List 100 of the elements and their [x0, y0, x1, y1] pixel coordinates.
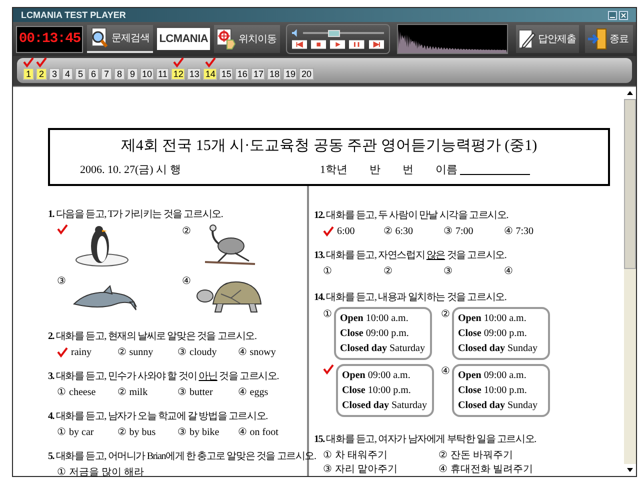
scrollbar[interactable]: [624, 87, 636, 476]
choice-number: ②: [117, 346, 126, 360]
search-button[interactable]: 문제검색: [87, 25, 153, 53]
pause-icon[interactable]: [349, 40, 365, 49]
choice-text: by bike: [190, 426, 220, 440]
choice-number: ③: [444, 224, 452, 238]
question-number-button[interactable]: 2: [36, 68, 47, 80]
choice-text: 6:30: [395, 224, 414, 238]
choice-number: ①: [57, 426, 66, 440]
question-text: 15. 대화를 듣고, 여자가 남자에게 부탁한 일을 고르시오.: [314, 433, 536, 447]
choice-text: 잔돈 바꿔주기: [450, 448, 513, 462]
choice-number: ④: [238, 386, 247, 400]
question-number-button[interactable]: 12: [171, 68, 186, 80]
choice-number: ②: [441, 308, 450, 322]
question-number-button[interactable]: 13: [187, 68, 202, 80]
card-line: Close 10:00 p.m.: [342, 384, 412, 398]
choice-number: ①: [323, 448, 332, 462]
question-text: 2. 대화를 듣고, 현재의 날씨로 알맞은 것을 고르시오.: [48, 330, 256, 344]
choice-number: ④: [441, 365, 450, 379]
choice-number: ②: [438, 448, 448, 462]
volume-slider[interactable]: [302, 30, 384, 36]
choice-text: 휴대전화 빌려주기: [450, 462, 533, 476]
choice-text: snowy: [250, 346, 276, 360]
exam-title: 제4회 전국 15개 시·도교육청 공동 주관 영어듣기능력평가 (중1): [120, 136, 538, 156]
question-number-button[interactable]: 10: [140, 68, 154, 80]
question-number-button[interactable]: 11: [156, 68, 170, 80]
choice-text: rainy: [71, 346, 92, 360]
question-number-button[interactable]: 8: [114, 68, 125, 80]
question-number-button[interactable]: 19: [283, 68, 298, 80]
question-number-button[interactable]: 9: [127, 68, 138, 80]
choice-number: ②: [117, 426, 126, 440]
question-number-button[interactable]: 17: [251, 68, 266, 80]
question-number-button[interactable]: 7: [101, 68, 112, 80]
scroll-down-icon[interactable]: [624, 464, 636, 476]
class-field-label: 번: [402, 162, 414, 178]
stop-icon[interactable]: [311, 40, 326, 49]
exit-button[interactable]: 종료: [585, 25, 633, 53]
scroll-up-icon[interactable]: [624, 87, 636, 99]
card-line: Open 10:00 a.m.: [340, 312, 410, 326]
minimize-icon[interactable]: [608, 10, 617, 20]
question-number-button[interactable]: 4: [62, 68, 73, 80]
choice-text: by car: [69, 426, 94, 440]
choice-number: ①: [323, 308, 332, 322]
card-line: Closed day Saturday: [342, 399, 428, 413]
class-field-label: 1학년: [320, 162, 348, 178]
question-text: 12. 대화를 듣고, 두 사람이 만날 시각을 고르시오.: [314, 209, 508, 223]
question-number-button[interactable]: 15: [219, 68, 234, 80]
question-number-button[interactable]: 20: [299, 68, 314, 80]
choice-text: 저금을 많이 해라: [69, 466, 144, 476]
choice-text: 자리 맡아주기: [335, 462, 398, 476]
move-button[interactable]: 위치이동: [214, 25, 280, 53]
hand-target-icon: [216, 28, 236, 50]
speaker-icon: [292, 29, 300, 37]
card-line: Close 09:00 p.m.: [458, 327, 528, 341]
question-text: 4. 대화를 듣고, 남자가 오늘 학교에 갈 방법을 고르시오.: [48, 410, 268, 424]
close-icon[interactable]: [619, 10, 628, 20]
choice-text: 차 태워주기: [335, 448, 388, 462]
exam-date: 2006. 10. 27(금) 시 행: [80, 162, 182, 178]
timer-display: 00:13:45: [16, 26, 84, 52]
choice-text: cloudy: [190, 346, 217, 360]
card-line: Closed day Sunday: [458, 399, 538, 413]
question-number-button[interactable]: 1: [23, 68, 34, 80]
choice-number: ③: [178, 426, 186, 440]
choice-text: 7:00: [456, 224, 474, 238]
choice-text: cheese: [69, 386, 96, 400]
choice-text: butter: [190, 386, 213, 400]
choice-text: milk: [129, 386, 148, 400]
question-number-button[interactable]: 14: [203, 68, 218, 80]
choice-number: ④: [238, 426, 247, 440]
question-text: 1. 다음을 듣고, T가 가리키는 것을 고르시오.: [48, 208, 223, 222]
choice-number: ④: [438, 462, 448, 476]
skip-forward-icon[interactable]: [368, 40, 384, 49]
choice-number: ②: [383, 264, 392, 278]
choice-number: ①: [57, 466, 66, 476]
question-number-button[interactable]: 16: [235, 68, 250, 80]
choice-number: ③: [444, 264, 452, 278]
choice-number: ③: [178, 346, 186, 360]
window-title: LCMANIA TEST PLAYER: [21, 10, 126, 20]
scrollbar-thumb[interactable]: [624, 99, 636, 269]
volume-thumb[interactable]: [328, 30, 340, 36]
card-line: Close 10:00 p.m.: [458, 384, 528, 398]
question-text: 5. 대화를 듣고, 어머니가 Brian에게 한 충고로 알맞은 것을 고르시오.: [48, 450, 316, 464]
question-number-button[interactable]: 3: [49, 68, 60, 80]
exit-door-icon: [587, 28, 608, 50]
skip-back-icon[interactable]: [292, 40, 308, 49]
card-line: Closed day Saturday: [340, 342, 426, 356]
choice-text: by bus: [129, 426, 156, 440]
choice-number: ③: [57, 275, 66, 289]
magnifier-document-icon: [89, 27, 110, 49]
question-number-button[interactable]: 18: [267, 68, 282, 80]
question-number-button[interactable]: 5: [75, 68, 86, 80]
question-number-button[interactable]: 6: [88, 68, 99, 80]
choice-number: ②: [117, 386, 126, 400]
submit-button[interactable]: 답안제출: [516, 25, 580, 53]
choice-text: on foot: [250, 426, 278, 440]
choice-number: ③: [178, 386, 186, 400]
play-icon[interactable]: [330, 40, 346, 49]
question-text: 3. 대화를 듣고, 민수가 사와야 할 것이 아닌 것을 고르시오.: [48, 370, 279, 384]
choice-text: 7:30: [516, 224, 534, 238]
choice-number: ④: [238, 346, 247, 360]
